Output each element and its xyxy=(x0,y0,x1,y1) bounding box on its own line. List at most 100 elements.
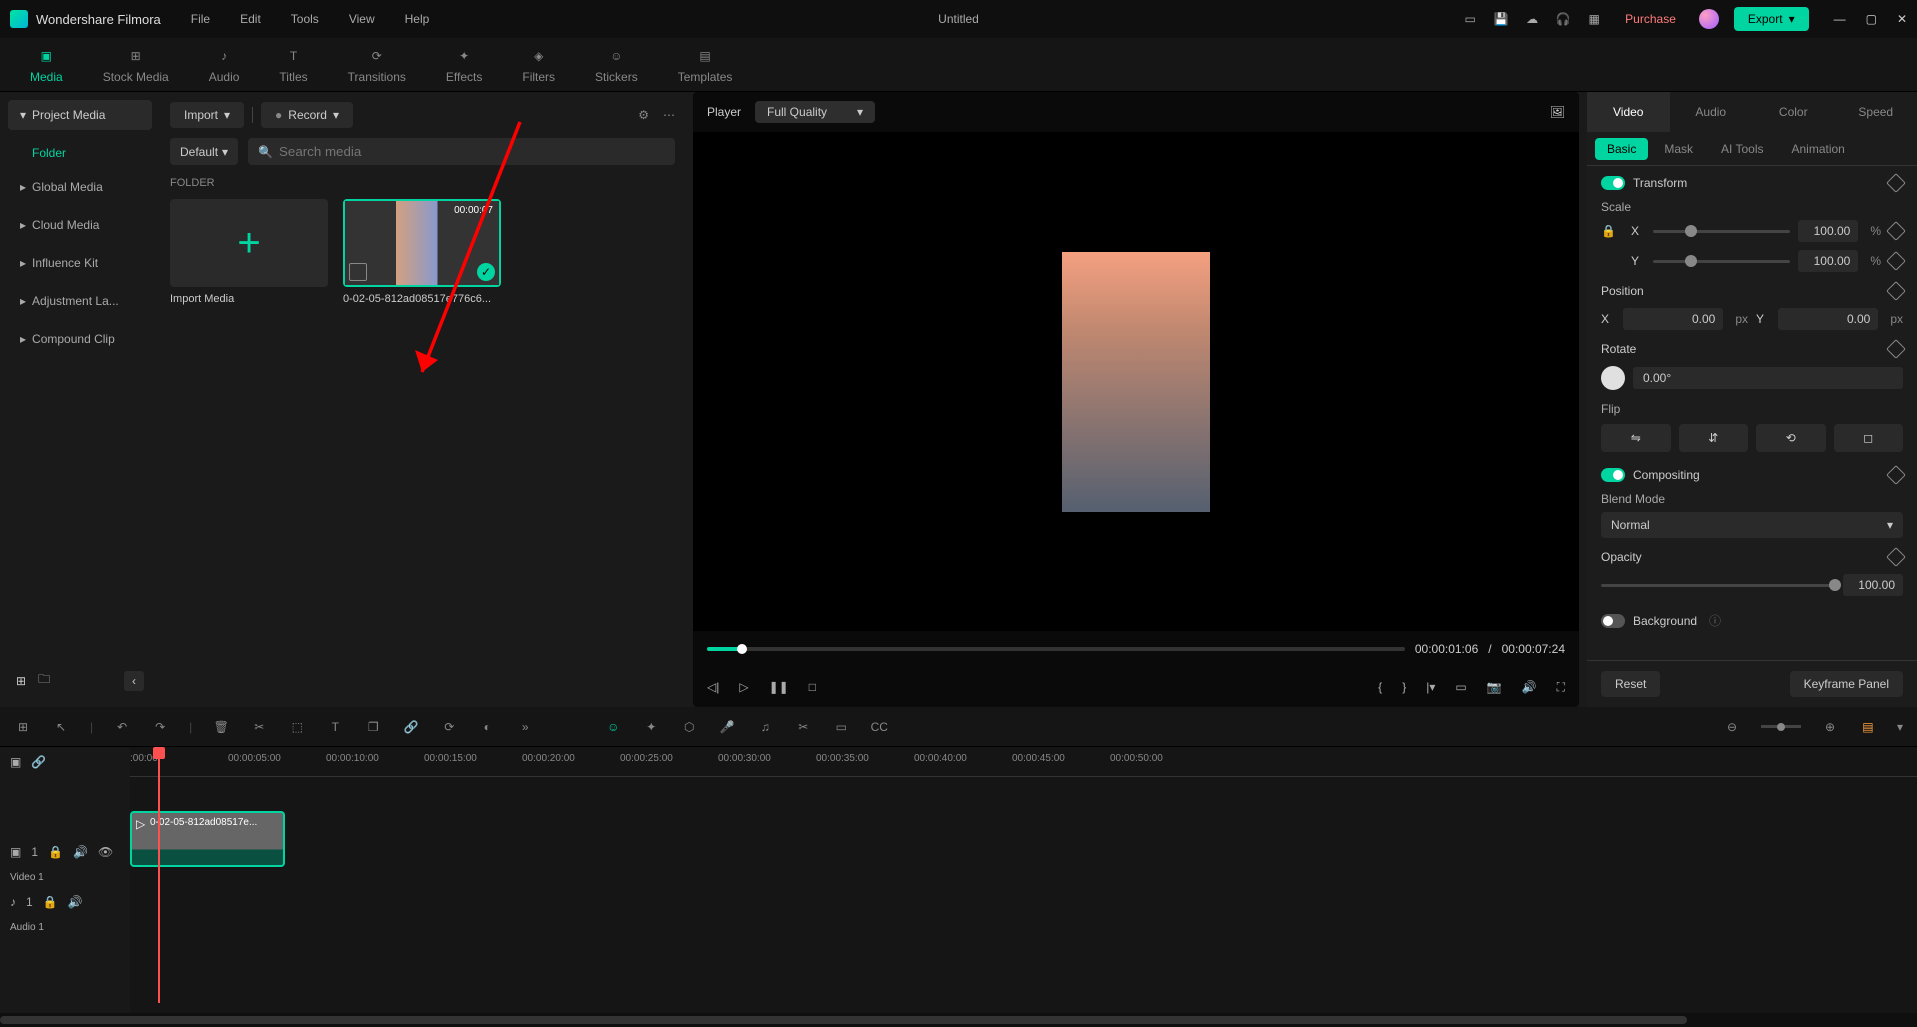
cloud-icon[interactable]: ☁ xyxy=(1524,11,1540,27)
sparkle-icon[interactable]: ✦ xyxy=(642,720,660,734)
pause-icon[interactable]: ❚❚ xyxy=(769,680,789,694)
timeline-ruler[interactable]: :00:00 00:00:05:00 00:00:10:00 00:00:15:… xyxy=(130,747,1917,777)
collapse-sidebar[interactable]: ‹ xyxy=(124,671,144,691)
ribbon-stickers[interactable]: ☺Stickers xyxy=(595,46,638,84)
subtab-basic[interactable]: Basic xyxy=(1595,138,1648,160)
link-icon[interactable]: 🔗 xyxy=(402,720,420,734)
menu-help[interactable]: Help xyxy=(405,12,430,26)
apps-icon[interactable]: ▦ xyxy=(1586,11,1602,27)
cc-icon[interactable]: CC xyxy=(870,720,888,734)
ribbon-transitions[interactable]: ⟳Transitions xyxy=(348,46,406,84)
more-tools-icon[interactable]: » xyxy=(516,720,534,734)
keyframe-icon[interactable] xyxy=(1886,547,1906,567)
save-icon[interactable]: 💾 xyxy=(1493,11,1509,27)
keyframe-icon[interactable] xyxy=(1886,339,1906,359)
opacity-value[interactable]: 100.00 xyxy=(1843,574,1903,596)
flip-both-button[interactable]: ⟲ xyxy=(1756,424,1826,452)
flip-reset-button[interactable]: ◻ xyxy=(1834,424,1904,452)
maximize-icon[interactable]: ▢ xyxy=(1866,12,1877,26)
export-button[interactable]: Export▾ xyxy=(1734,7,1809,31)
lock-audio-icon[interactable]: 🔒 xyxy=(43,895,58,909)
ribbon-templates[interactable]: ▤Templates xyxy=(678,46,733,84)
influence-kit[interactable]: ▸Influence Kit xyxy=(8,246,152,280)
media-clip[interactable]: 00:00:07 ✓ 0-02-05-812ad08517e776c6... xyxy=(343,199,501,305)
stop-icon[interactable]: □ xyxy=(809,680,816,694)
ribbon-media[interactable]: ▣Media xyxy=(30,46,63,84)
tab-speed[interactable]: Speed xyxy=(1835,92,1917,132)
tab-audio[interactable]: Audio xyxy=(1670,92,1753,132)
crop-icon[interactable]: ⬚ xyxy=(288,720,306,734)
speed-icon[interactable]: ⟳ xyxy=(440,720,458,734)
subtab-ai[interactable]: AI Tools xyxy=(1709,138,1775,160)
tl-cursor-icon[interactable]: ↖ xyxy=(52,720,70,734)
flip-v-button[interactable]: ⇵ xyxy=(1679,424,1749,452)
timeline-clip[interactable]: ▷ 0-02-05-812ad08517e... xyxy=(130,811,285,867)
new-folder-icon[interactable]: ⊞ xyxy=(16,674,26,688)
tl-edit-mode-icon[interactable]: ▣ xyxy=(10,755,21,769)
video-preview[interactable] xyxy=(693,132,1579,631)
mute-video-icon[interactable]: 🔊 xyxy=(73,845,88,859)
pos-y-value[interactable]: 0.00 xyxy=(1778,308,1878,330)
copy-icon[interactable]: ❐ xyxy=(364,720,382,734)
ribbon-effects[interactable]: ✦Effects xyxy=(446,46,482,84)
import-button[interactable]: Import▾ xyxy=(170,102,244,128)
project-media[interactable]: ▾Project Media xyxy=(8,100,152,130)
subtab-animation[interactable]: Animation xyxy=(1779,138,1856,160)
close-icon[interactable]: ✕ xyxy=(1897,12,1907,26)
zoom-in-icon[interactable]: ⊕ xyxy=(1821,720,1839,734)
sort-button[interactable]: Default▾ xyxy=(170,138,238,165)
record-button[interactable]: ●Record▾ xyxy=(261,102,353,128)
shield-icon[interactable]: ⬡ xyxy=(680,720,698,734)
global-media[interactable]: ▸Global Media xyxy=(8,170,152,204)
visibility-icon[interactable]: 👁 xyxy=(98,845,113,859)
tab-video[interactable]: Video xyxy=(1587,92,1670,132)
delete-icon[interactable]: 🗑 xyxy=(212,720,230,734)
ribbon-stock[interactable]: ⊞Stock Media xyxy=(103,46,169,84)
play-icon[interactable]: ▷ xyxy=(739,680,748,694)
tl-link-icon[interactable]: 🔗 xyxy=(31,755,46,769)
music-icon[interactable]: ♫ xyxy=(756,720,774,734)
menu-view[interactable]: View xyxy=(349,12,375,26)
playhead[interactable] xyxy=(158,747,160,1003)
text-icon[interactable]: T xyxy=(326,720,344,734)
import-media-tile[interactable]: + Import Media xyxy=(170,199,328,305)
reset-button[interactable]: Reset xyxy=(1601,671,1660,697)
mute-audio-icon[interactable]: 🔊 xyxy=(68,895,83,909)
fullscreen-icon[interactable]: ⛶ xyxy=(1557,680,1565,695)
timeline-view-icon[interactable]: ▤ xyxy=(1859,720,1877,734)
filter-icon[interactable]: ⚙ xyxy=(638,108,649,122)
frame-icon[interactable]: ▭ xyxy=(832,720,850,734)
timeline-scrollbar[interactable] xyxy=(0,1013,1917,1027)
scale-y-slider[interactable] xyxy=(1653,260,1790,263)
tab-color[interactable]: Color xyxy=(1752,92,1835,132)
quality-select[interactable]: Full Quality▾ xyxy=(755,101,875,123)
ribbon-filters[interactable]: ◈Filters xyxy=(522,46,555,84)
mark-out-icon[interactable]: } xyxy=(1402,680,1406,694)
snapshot-icon[interactable]: 🖼 xyxy=(1550,105,1565,119)
minimize-icon[interactable]: — xyxy=(1834,12,1846,26)
slice-icon[interactable]: ✂ xyxy=(794,720,812,734)
cut-icon[interactable]: ✂ xyxy=(250,720,268,734)
ribbon-audio[interactable]: ♪Audio xyxy=(209,46,240,84)
transform-toggle[interactable] xyxy=(1601,176,1625,190)
menu-tools[interactable]: Tools xyxy=(291,12,319,26)
subtab-mask[interactable]: Mask xyxy=(1652,138,1705,160)
rotation-knob[interactable] xyxy=(1601,366,1625,390)
keyframe-icon[interactable] xyxy=(1886,465,1906,485)
opacity-slider[interactable] xyxy=(1601,584,1835,587)
zoom-slider[interactable] xyxy=(1761,725,1801,728)
new-bin-icon[interactable]: 🗀 xyxy=(38,670,50,691)
keyframe-icon[interactable] xyxy=(1886,221,1906,241)
headphone-icon[interactable]: 🎧 xyxy=(1555,11,1571,27)
tl-grid-icon[interactable]: ⊞ xyxy=(14,720,32,734)
rotate-value[interactable]: 0.00° xyxy=(1633,367,1903,389)
prev-frame-icon[interactable]: ◁| xyxy=(707,680,719,694)
volume-icon[interactable]: 🔊 xyxy=(1522,680,1537,694)
mark-in-icon[interactable]: { xyxy=(1378,680,1382,694)
more-icon[interactable]: ⋯ xyxy=(663,108,675,122)
keyframe-icon[interactable] xyxy=(1886,173,1906,193)
scale-x-value[interactable]: 100.00 xyxy=(1798,220,1858,242)
flip-h-button[interactable]: ⇋ xyxy=(1601,424,1671,452)
purchase-button[interactable]: Purchase xyxy=(1617,8,1684,30)
lock-icon[interactable]: 🔒 xyxy=(1601,224,1616,238)
